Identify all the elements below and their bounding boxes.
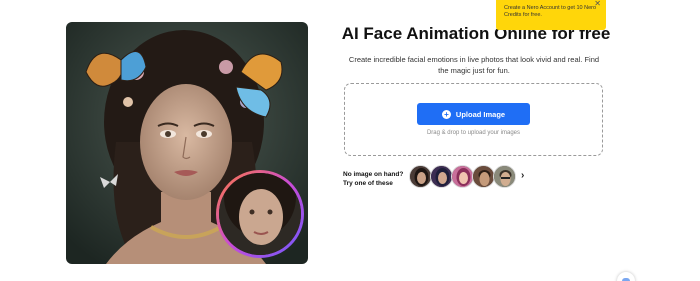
help-chat-button[interactable] bbox=[617, 272, 635, 281]
upload-dropzone[interactable]: + Upload Image Drag & drop to upload you… bbox=[344, 83, 603, 156]
sample-image-5[interactable] bbox=[493, 165, 516, 188]
sample-images-label: No image on hand? Try one of these bbox=[343, 171, 404, 187]
upload-button-label: Upload Image bbox=[455, 109, 506, 119]
upload-image-button[interactable]: + Upload Image bbox=[417, 103, 530, 125]
page-subtitle: Create incredible facial emotions in liv… bbox=[348, 55, 600, 75]
close-icon[interactable]: ✕ bbox=[594, 0, 601, 8]
credits-toast: Create a Nero Account to get 10 Nero Cre… bbox=[496, 0, 606, 30]
sample-image-1[interactable] bbox=[409, 165, 432, 188]
drop-hint: Drag & drop to upload your images bbox=[426, 130, 521, 136]
chevron-right-icon[interactable]: › bbox=[521, 170, 524, 181]
hero-image bbox=[66, 22, 308, 264]
sample-image-4[interactable] bbox=[472, 165, 495, 188]
sample-image-3[interactable] bbox=[451, 165, 474, 188]
sample-image-2[interactable] bbox=[430, 165, 453, 188]
sample-images-list bbox=[409, 165, 516, 190]
toast-message: Create a Nero Account to get 10 Nero Cre… bbox=[504, 5, 597, 18]
plus-icon: + bbox=[441, 109, 451, 119]
